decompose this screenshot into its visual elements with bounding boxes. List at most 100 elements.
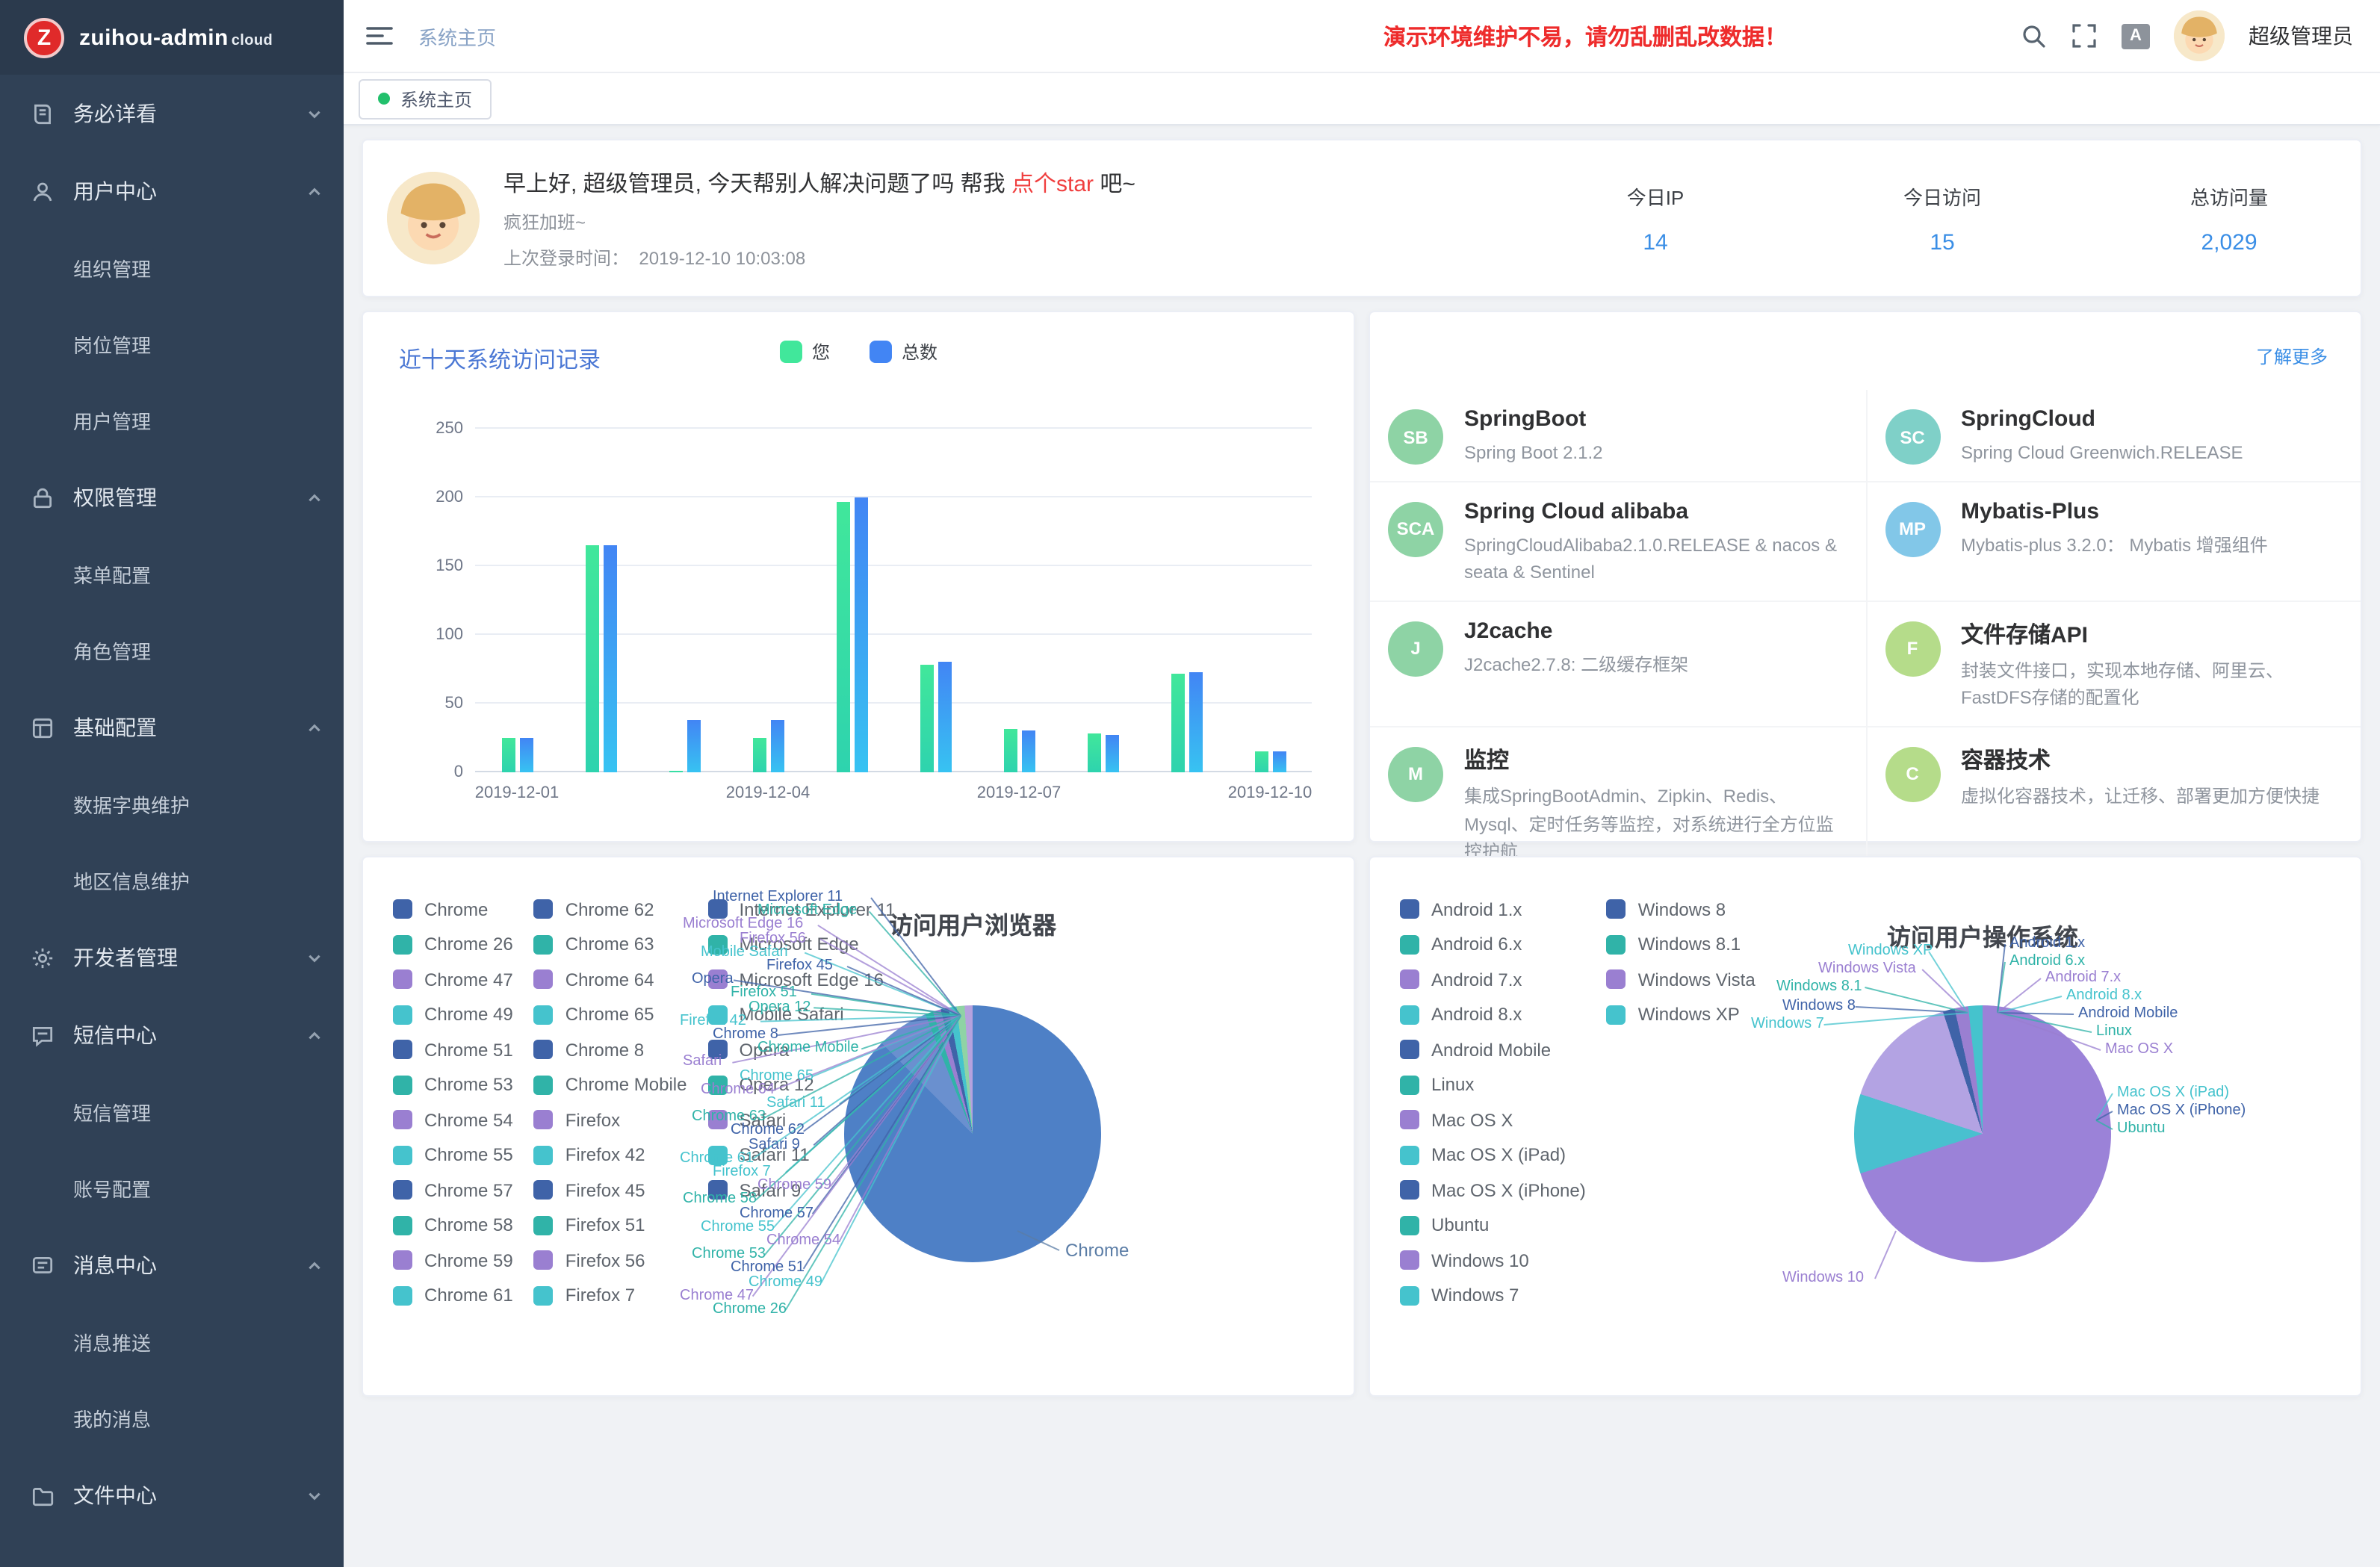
- sidebar-item-5[interactable]: 短信中心: [0, 996, 344, 1074]
- tech-desc: 封装文件接口，实现本地存储、阿里云、FastDFS存储的配置化: [1961, 657, 2334, 713]
- legend-swatch: [534, 1005, 554, 1024]
- pie-legend-item[interactable]: Chrome 51: [393, 1040, 534, 1059]
- pie-legend-item[interactable]: Android 8.x: [1400, 1005, 1607, 1024]
- pie-legend-item[interactable]: Firefox 42: [534, 1145, 708, 1164]
- pie-legend-item[interactable]: Windows 10: [1400, 1250, 1607, 1270]
- sidebar-item-label: 权限管理: [73, 482, 157, 512]
- sidebar-subitem[interactable]: 短信管理: [0, 1074, 344, 1150]
- sidebar-subitem[interactable]: 地区信息维护: [0, 843, 344, 919]
- pie-legend-item[interactable]: Chrome 54: [393, 1110, 534, 1129]
- sidebar-subitem[interactable]: 角色管理: [0, 612, 344, 689]
- sidebar-item-6[interactable]: 消息中心: [0, 1226, 344, 1304]
- learn-more-link[interactable]: 了解更多: [2256, 344, 2328, 369]
- pie-legend-item[interactable]: Android Mobile: [1400, 1040, 1607, 1059]
- legend-label: Chrome 49: [424, 1004, 513, 1025]
- pie-legend-item[interactable]: Mac OS X (iPhone): [1400, 1180, 1607, 1200]
- sidebar-subitem[interactable]: 组织管理: [0, 230, 344, 306]
- pie-legend-item[interactable]: Firefox 56: [534, 1250, 708, 1270]
- legend-label: Chrome 53: [424, 1074, 513, 1095]
- pie-legend-item[interactable]: Android 7.x: [1400, 969, 1607, 989]
- legend-swatch: [1400, 969, 1419, 989]
- tech-text: Mybatis-PlusMybatis-plus 3.2.0： Mybatis …: [1961, 498, 2268, 559]
- sidebar-item-3[interactable]: 基础配置: [0, 689, 344, 766]
- legend-swatch: [1400, 1040, 1419, 1059]
- fullscreen-icon[interactable]: [2071, 22, 2098, 49]
- tech-badge: SC: [1885, 409, 1940, 465]
- pie-legend-item[interactable]: Chrome 63: [534, 934, 708, 954]
- pie-legend-item[interactable]: Mobile Safari: [708, 1005, 917, 1024]
- bar-legend-item[interactable]: 总数: [869, 339, 938, 364]
- sidebar-subitem[interactable]: 我的消息: [0, 1380, 344, 1456]
- tech-desc: 集成SpringBootAdmin、Zipkin、Redis、Mysql、定时任…: [1464, 783, 1838, 866]
- legend-swatch: [393, 1285, 412, 1305]
- sidebar-subitem[interactable]: 消息推送: [0, 1304, 344, 1380]
- pie-legend-item[interactable]: Android 1.x: [1400, 899, 1607, 919]
- legend-swatch: [534, 1285, 554, 1305]
- screen: Z zuihou-admincloud 务必详看用户中心组织管理岗位管理用户管理…: [0, 0, 2380, 1567]
- pie-legend-item[interactable]: Linux: [1400, 1075, 1607, 1094]
- pie-legend-item[interactable]: Chrome 55: [393, 1145, 534, 1164]
- sidebar-item-7[interactable]: 文件中心: [0, 1456, 344, 1534]
- y-axis-tick: 50: [403, 695, 463, 713]
- pie-legend-item[interactable]: Chrome 49: [393, 1005, 534, 1024]
- pie-legend-item[interactable]: Chrome: [393, 899, 534, 919]
- pie-legend-item[interactable]: Windows 8.1: [1607, 934, 1776, 954]
- pie-legend-item[interactable]: Windows 7: [1400, 1285, 1607, 1305]
- pie-legend-item[interactable]: Chrome 47: [393, 969, 534, 989]
- pie-legend-item[interactable]: Firefox 51: [534, 1215, 708, 1235]
- pie-legend-item[interactable]: Chrome 58: [393, 1215, 534, 1235]
- pie-legend-item[interactable]: Chrome 8: [534, 1040, 708, 1059]
- pie-legend-item[interactable]: Chrome Mobile: [534, 1075, 708, 1094]
- sidebar-item-0[interactable]: 务必详看: [0, 75, 344, 152]
- pie-legend-item[interactable]: Windows 8: [1607, 899, 1776, 919]
- sidebar-item-4[interactable]: 开发者管理: [0, 919, 344, 996]
- pie-legend-item[interactable]: Firefox 45: [534, 1180, 708, 1200]
- bar-legend-item[interactable]: 您: [779, 339, 830, 364]
- tech-badge: C: [1885, 747, 1940, 802]
- legend-label: Chrome 65: [565, 1004, 654, 1025]
- pie-legend-item[interactable]: Mac OS X: [1400, 1110, 1607, 1129]
- pie-legend-item[interactable]: Internet Explorer 11: [708, 899, 917, 919]
- pie-legend-item[interactable]: Chrome 59: [393, 1250, 534, 1270]
- logo-text: zuihou-admincloud: [79, 25, 273, 50]
- pie-legend-item[interactable]: Chrome 26: [393, 934, 534, 954]
- pie-legend-item[interactable]: Chrome 62: [534, 899, 708, 919]
- sidebar-subitem[interactable]: 菜单配置: [0, 536, 344, 612]
- sidebar-subitem[interactable]: 账号配置: [0, 1150, 344, 1226]
- pie-legend-item[interactable]: Chrome 53: [393, 1075, 534, 1094]
- header-right: 演示环境维护不易，请勿乱删乱改数据！ A 超级管理员: [1383, 10, 2353, 61]
- browser-legend: Chrome Chrome 26 Chrome 47 Chrome 49 Chrome …: [393, 899, 917, 1350]
- sidebar-subitem[interactable]: 数据字典维护: [0, 766, 344, 843]
- pie-legend-item[interactable]: Chrome 64: [534, 969, 708, 989]
- legend-swatch: [393, 1250, 412, 1270]
- sidebar-item-2[interactable]: 权限管理: [0, 459, 344, 536]
- collapse-sidebar-icon[interactable]: [365, 22, 394, 49]
- pie-legend-item[interactable]: Mac OS X (iPad): [1400, 1145, 1607, 1164]
- search-icon[interactable]: [2020, 22, 2047, 49]
- pie-legend-item[interactable]: Firefox: [534, 1110, 708, 1129]
- pie-legend-item[interactable]: Microsoft Edge: [708, 934, 917, 954]
- breadcrumb[interactable]: 系统主页: [418, 22, 496, 50]
- pie-legend-item[interactable]: Chrome 57: [393, 1180, 534, 1200]
- pie-legend-item[interactable]: Windows XP: [1607, 1005, 1776, 1024]
- sidebar-subitem[interactable]: 岗位管理: [0, 306, 344, 382]
- pie-legend-item[interactable]: Firefox 7: [534, 1285, 708, 1305]
- font-size-icon[interactable]: A: [2122, 23, 2150, 49]
- username[interactable]: 超级管理员: [2249, 21, 2353, 51]
- legend-label: Android Mobile: [1431, 1039, 1551, 1060]
- legend-label: Chrome 54: [424, 1109, 513, 1130]
- stat-value: 15: [1871, 229, 2014, 255]
- pie-legend-item[interactable]: Ubuntu: [1400, 1215, 1607, 1235]
- tech-title: Mybatis-Plus: [1961, 498, 2268, 524]
- pie-legend-item[interactable]: Windows Vista: [1607, 969, 1776, 989]
- pie-legend-item[interactable]: Chrome 65: [534, 1005, 708, 1024]
- sidebar-item-1[interactable]: 用户中心: [0, 152, 344, 230]
- pie-legend-item[interactable]: Android 6.x: [1400, 934, 1607, 954]
- tab-home[interactable]: 系统主页: [359, 78, 492, 119]
- star-link[interactable]: 点个star: [1011, 171, 1094, 196]
- pie-legend-item[interactable]: Chrome 61: [393, 1285, 534, 1305]
- user-avatar[interactable]: [2174, 10, 2225, 61]
- legend-label: Chrome 61: [424, 1285, 513, 1306]
- pie-legend-item[interactable]: Microsoft Edge 16: [708, 969, 917, 989]
- sidebar-subitem[interactable]: 用户管理: [0, 382, 344, 459]
